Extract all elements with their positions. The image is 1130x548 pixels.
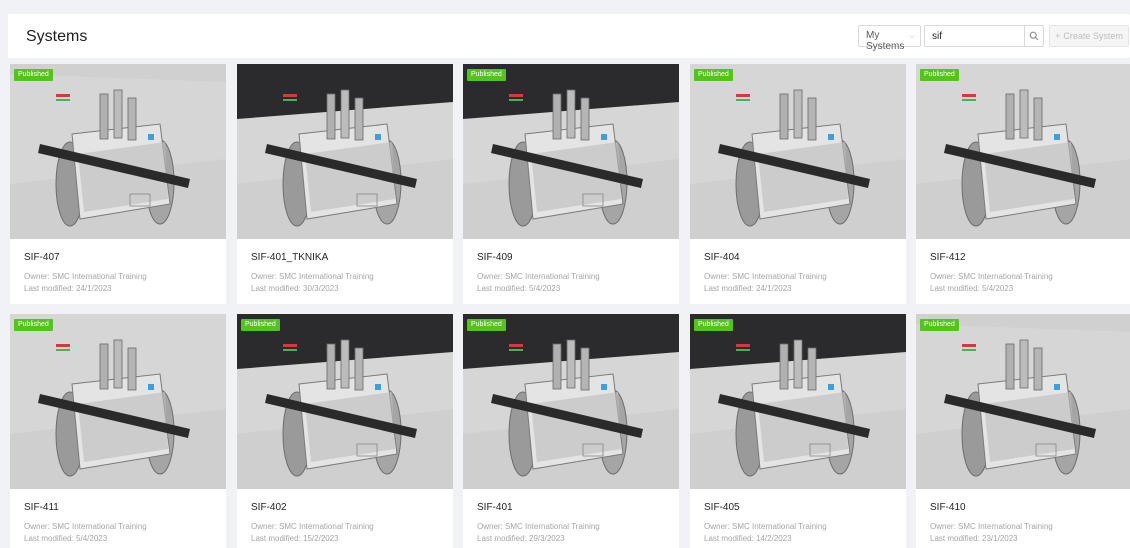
system-name[interactable]: SIF-407 xyxy=(24,252,60,263)
published-badge: Published xyxy=(920,69,959,81)
system-card[interactable]: Published SIF-404 Owner: SMC International… xyxy=(690,64,906,304)
system-last-modified: Last modified: 5/4/2023 xyxy=(930,284,1014,293)
chevron-down-icon: ⌵ xyxy=(908,31,915,40)
system-owner: Owner: SMC International Training xyxy=(251,522,374,531)
system-thumbnail[interactable]: Published xyxy=(916,64,1130,239)
system-last-modified: Last modified: 24/1/2023 xyxy=(24,284,112,293)
system-thumbnail[interactable]: Published xyxy=(10,64,226,239)
system-thumbnail[interactable]: Published xyxy=(690,314,906,489)
system-last-modified: Last modified: 30/3/2023 xyxy=(251,284,339,293)
system-card[interactable]: Published SIF-401 Owner: SMC International… xyxy=(463,314,679,548)
system-thumbnail[interactable]: Published xyxy=(916,314,1130,489)
machine-3d-preview-image xyxy=(237,64,453,239)
system-card[interactable]: SIF-401_TKNIKA Owner: SMC International T… xyxy=(237,64,453,304)
machine-3d-preview-image xyxy=(10,314,226,489)
system-card[interactable]: Published SIF-405 Owner: SMC International… xyxy=(690,314,906,548)
system-owner: Owner: SMC International Training xyxy=(477,522,600,531)
system-card[interactable]: Published SIF-412 Owner: SMC International… xyxy=(916,64,1130,304)
system-card[interactable]: Published SIF-411 Owner: SMC International… xyxy=(10,314,226,548)
published-badge: Published xyxy=(14,69,53,81)
system-thumbnail[interactable]: Published xyxy=(463,314,679,489)
plus-icon: + xyxy=(1055,31,1061,41)
system-thumbnail[interactable]: Published xyxy=(237,314,453,489)
system-thumbnail[interactable]: Published xyxy=(10,314,226,489)
search-icon xyxy=(1029,31,1039,41)
system-name[interactable]: SIF-412 xyxy=(930,252,966,263)
system-name[interactable]: SIF-404 xyxy=(704,252,740,263)
page-header: Systems My Systems ⌵ +Create System xyxy=(8,14,1130,58)
system-last-modified: Last modified: 5/4/2023 xyxy=(477,284,561,293)
system-last-modified: Last modified: 24/1/2023 xyxy=(704,284,792,293)
create-system-button[interactable]: + Create System xyxy=(1049,25,1129,47)
machine-3d-preview-image xyxy=(690,314,906,489)
page-title: Systems xyxy=(26,28,88,45)
system-owner: Owner: SMC International Training xyxy=(24,272,147,281)
system-name[interactable]: SIF-401_TKNIKA xyxy=(251,252,328,263)
published-badge: Published xyxy=(694,69,733,81)
published-badge: Published xyxy=(14,319,53,331)
system-name[interactable]: SIF-411 xyxy=(24,502,59,513)
system-name[interactable]: SIF-405 xyxy=(704,502,740,513)
machine-3d-preview-image xyxy=(237,314,453,489)
machine-3d-preview-image xyxy=(916,314,1130,489)
published-badge: Published xyxy=(920,319,959,331)
published-badge: Published xyxy=(467,319,506,331)
system-thumbnail[interactable]: Published xyxy=(463,64,679,239)
system-last-modified: Last modified: 23/1/2023 xyxy=(930,534,1018,543)
system-card[interactable]: Published SIF-407 Owner: SMC International… xyxy=(10,64,226,304)
search-box xyxy=(924,25,1044,47)
system-owner: Owner: SMC International Training xyxy=(251,272,374,281)
machine-3d-preview-image xyxy=(10,64,226,239)
system-name[interactable]: SIF-402 xyxy=(251,502,287,513)
systems-filter-select[interactable]: My Systems ⌵ xyxy=(858,25,921,52)
system-last-modified: Last modified: 5/4/2023 xyxy=(24,534,108,543)
published-badge: Published xyxy=(467,69,506,81)
machine-3d-preview-image xyxy=(463,64,679,239)
published-badge: Published xyxy=(241,319,280,331)
system-card[interactable]: Published SIF-410 Owner: SMC International… xyxy=(916,314,1130,548)
system-owner: Owner: SMC International Training xyxy=(704,522,827,531)
system-last-modified: Last modified: 29/3/2023 xyxy=(477,534,565,543)
system-card[interactable]: Published SIF-402 Owner: SMC International… xyxy=(237,314,453,548)
system-owner: Owner: SMC International Training xyxy=(24,522,147,531)
system-name[interactable]: SIF-410 xyxy=(930,502,966,513)
machine-3d-preview-image xyxy=(916,64,1130,239)
system-last-modified: Last modified: 15/2/2023 xyxy=(251,534,339,543)
published-badge: Published xyxy=(694,319,733,331)
system-thumbnail[interactable]: Published xyxy=(690,64,906,239)
machine-3d-preview-image xyxy=(690,64,906,239)
system-owner: Owner: SMC International Training xyxy=(930,522,1053,531)
system-owner: Owner: SMC International Training xyxy=(930,272,1053,281)
system-last-modified: Last modified: 14/2/2023 xyxy=(704,534,792,543)
system-owner: Owner: SMC International Training xyxy=(477,272,600,281)
system-card[interactable]: Published SIF-409 Owner: SMC International… xyxy=(463,64,679,304)
machine-3d-preview-image xyxy=(463,314,679,489)
system-name[interactable]: SIF-401 xyxy=(477,502,513,513)
create-system-label: Create System xyxy=(1063,31,1123,41)
systems-filter-value: My Systems xyxy=(866,30,905,52)
system-thumbnail[interactable] xyxy=(237,64,453,239)
search-input[interactable] xyxy=(925,26,1025,46)
system-name[interactable]: SIF-409 xyxy=(477,252,513,263)
system-owner: Owner: SMC International Training xyxy=(704,272,827,281)
search-button[interactable] xyxy=(1024,26,1043,46)
